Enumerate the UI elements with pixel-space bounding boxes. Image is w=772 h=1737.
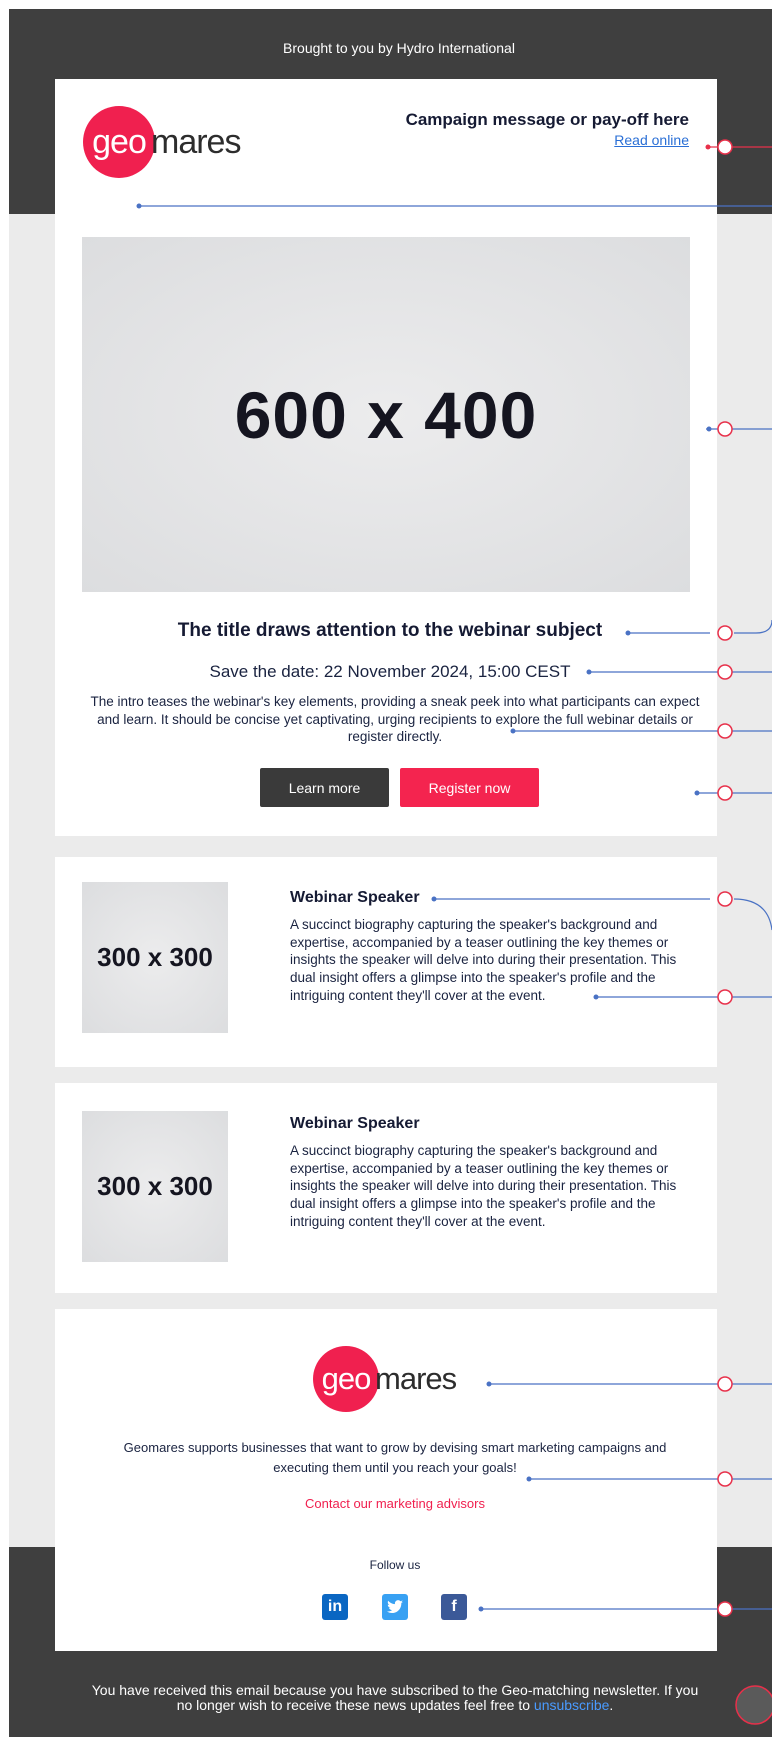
save-the-date: Save the date: 22 November 2024, 15:00 C… (209, 662, 571, 681)
speaker-placeholder-label: 300 x 300 (97, 1171, 213, 1201)
contact-advisors-link[interactable]: Contact our marketing advisors (0, 1496, 772, 1511)
notice-suffix: . (609, 1697, 614, 1713)
speaker-name: Webinar Speaker (290, 1115, 420, 1132)
learn-more-button[interactable]: Learn more (260, 768, 389, 807)
facebook-icon[interactable]: f (441, 1594, 467, 1620)
speaker-image-placeholder: 300 x 300 (82, 1111, 228, 1262)
speaker-bio: A succinct biography capturing the speak… (290, 1143, 677, 1229)
brought-by-text: Brought to you by Hydro International (283, 40, 515, 56)
twitter-icon[interactable] (382, 1594, 408, 1620)
hero-placeholder-label: 600 x 400 (234, 377, 538, 452)
speaker-image-placeholder: 300 x 300 (82, 882, 228, 1033)
speaker-bio: A succinct biography capturing the speak… (290, 917, 677, 1003)
email-preview-page: Brought to you by Hydro International ge… (0, 0, 772, 1737)
webinar-title: The title draws attention to the webinar… (177, 620, 603, 641)
hero-image-placeholder: 600 x 400 (82, 237, 690, 592)
logo-word: mares (375, 1361, 457, 1396)
speaker-name: Webinar Speaker (290, 889, 420, 906)
linkedin-icon[interactable]: in (322, 1594, 348, 1620)
logo-circle: geo (83, 106, 155, 178)
speaker-placeholder-label: 300 x 300 (97, 942, 213, 972)
subscription-notice: You have received this email because you… (90, 1683, 700, 1713)
logo-word: mares (151, 122, 241, 161)
geomares-logo[interactable]: geo mares (83, 106, 241, 178)
follow-us-label: Follow us (369, 1558, 421, 1572)
read-online-link[interactable]: Read online (614, 132, 689, 148)
register-now-button[interactable]: Register now (400, 768, 539, 807)
webinar-intro: The intro teases the webinar's key eleme… (90, 694, 700, 744)
footer-supports-text: Geomares supports businesses that want t… (123, 1440, 667, 1475)
campaign-message: Campaign message or pay-off here (405, 110, 689, 129)
unsubscribe-link[interactable]: unsubscribe (534, 1697, 610, 1713)
geomares-logo[interactable]: geo mares (313, 1346, 457, 1412)
logo-circle: geo (313, 1346, 379, 1412)
